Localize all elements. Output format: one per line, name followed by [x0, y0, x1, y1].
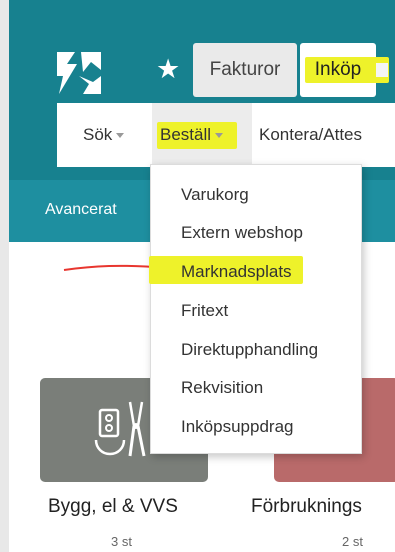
app-window: ★ Fakturor Inköp Sök Beställ Kontera/Att…: [0, 0, 395, 552]
menu-item-direktupphandling[interactable]: Direktupphandling: [181, 335, 318, 365]
tab-fakturor[interactable]: Fakturor: [193, 43, 297, 97]
menu-item-marknadsplats[interactable]: Marknadsplats: [181, 257, 292, 287]
bestall-dropdown-menu: Varukorg Extern webshop Marknadsplats Fr…: [149, 164, 362, 454]
logo-icon[interactable]: [55, 50, 103, 96]
menu-item-rekvisition[interactable]: Rekvisition: [181, 373, 263, 403]
advanced-filter-button[interactable]: Avancerat: [45, 201, 117, 219]
sub-navigation: Sök Beställ Kontera/Attes: [57, 103, 395, 167]
tools-icon: [94, 401, 146, 457]
menu-item-inkopsuppdrag[interactable]: Inköpsuppdrag: [181, 412, 293, 442]
category-title-forbrukning[interactable]: Förbruknings: [251, 496, 362, 518]
category-count-bygg: 3 st: [111, 534, 132, 549]
submenu-sok-label: Sök: [83, 125, 113, 144]
tab-overflow[interactable]: [376, 63, 388, 77]
chevron-down-icon: [215, 133, 224, 139]
category-title-bygg[interactable]: Bygg, el & VVS: [48, 496, 178, 518]
left-edge: [0, 0, 9, 552]
submenu-bestall-label: Beställ: [160, 125, 212, 144]
tab-inkop-label: Inköp: [314, 59, 362, 80]
favorites-star-icon[interactable]: ★: [156, 56, 180, 83]
chevron-down-icon: [116, 133, 125, 139]
tab-inkop[interactable]: Inköp: [300, 43, 389, 97]
submenu-sok[interactable]: Sök: [83, 103, 125, 167]
category-count-forbrukning: 2 st: [342, 534, 363, 549]
menu-item-extern-webshop[interactable]: Extern webshop: [181, 218, 303, 248]
tab-fakturor-label: Fakturor: [209, 59, 281, 80]
submenu-bestall[interactable]: Beställ: [152, 103, 252, 167]
submenu-kontera-label: Kontera/Attes: [259, 125, 363, 144]
menu-item-fritext[interactable]: Fritext: [181, 296, 228, 326]
submenu-kontera-attest[interactable]: Kontera/Attes: [259, 103, 362, 167]
menu-item-varukorg[interactable]: Varukorg: [181, 180, 249, 210]
